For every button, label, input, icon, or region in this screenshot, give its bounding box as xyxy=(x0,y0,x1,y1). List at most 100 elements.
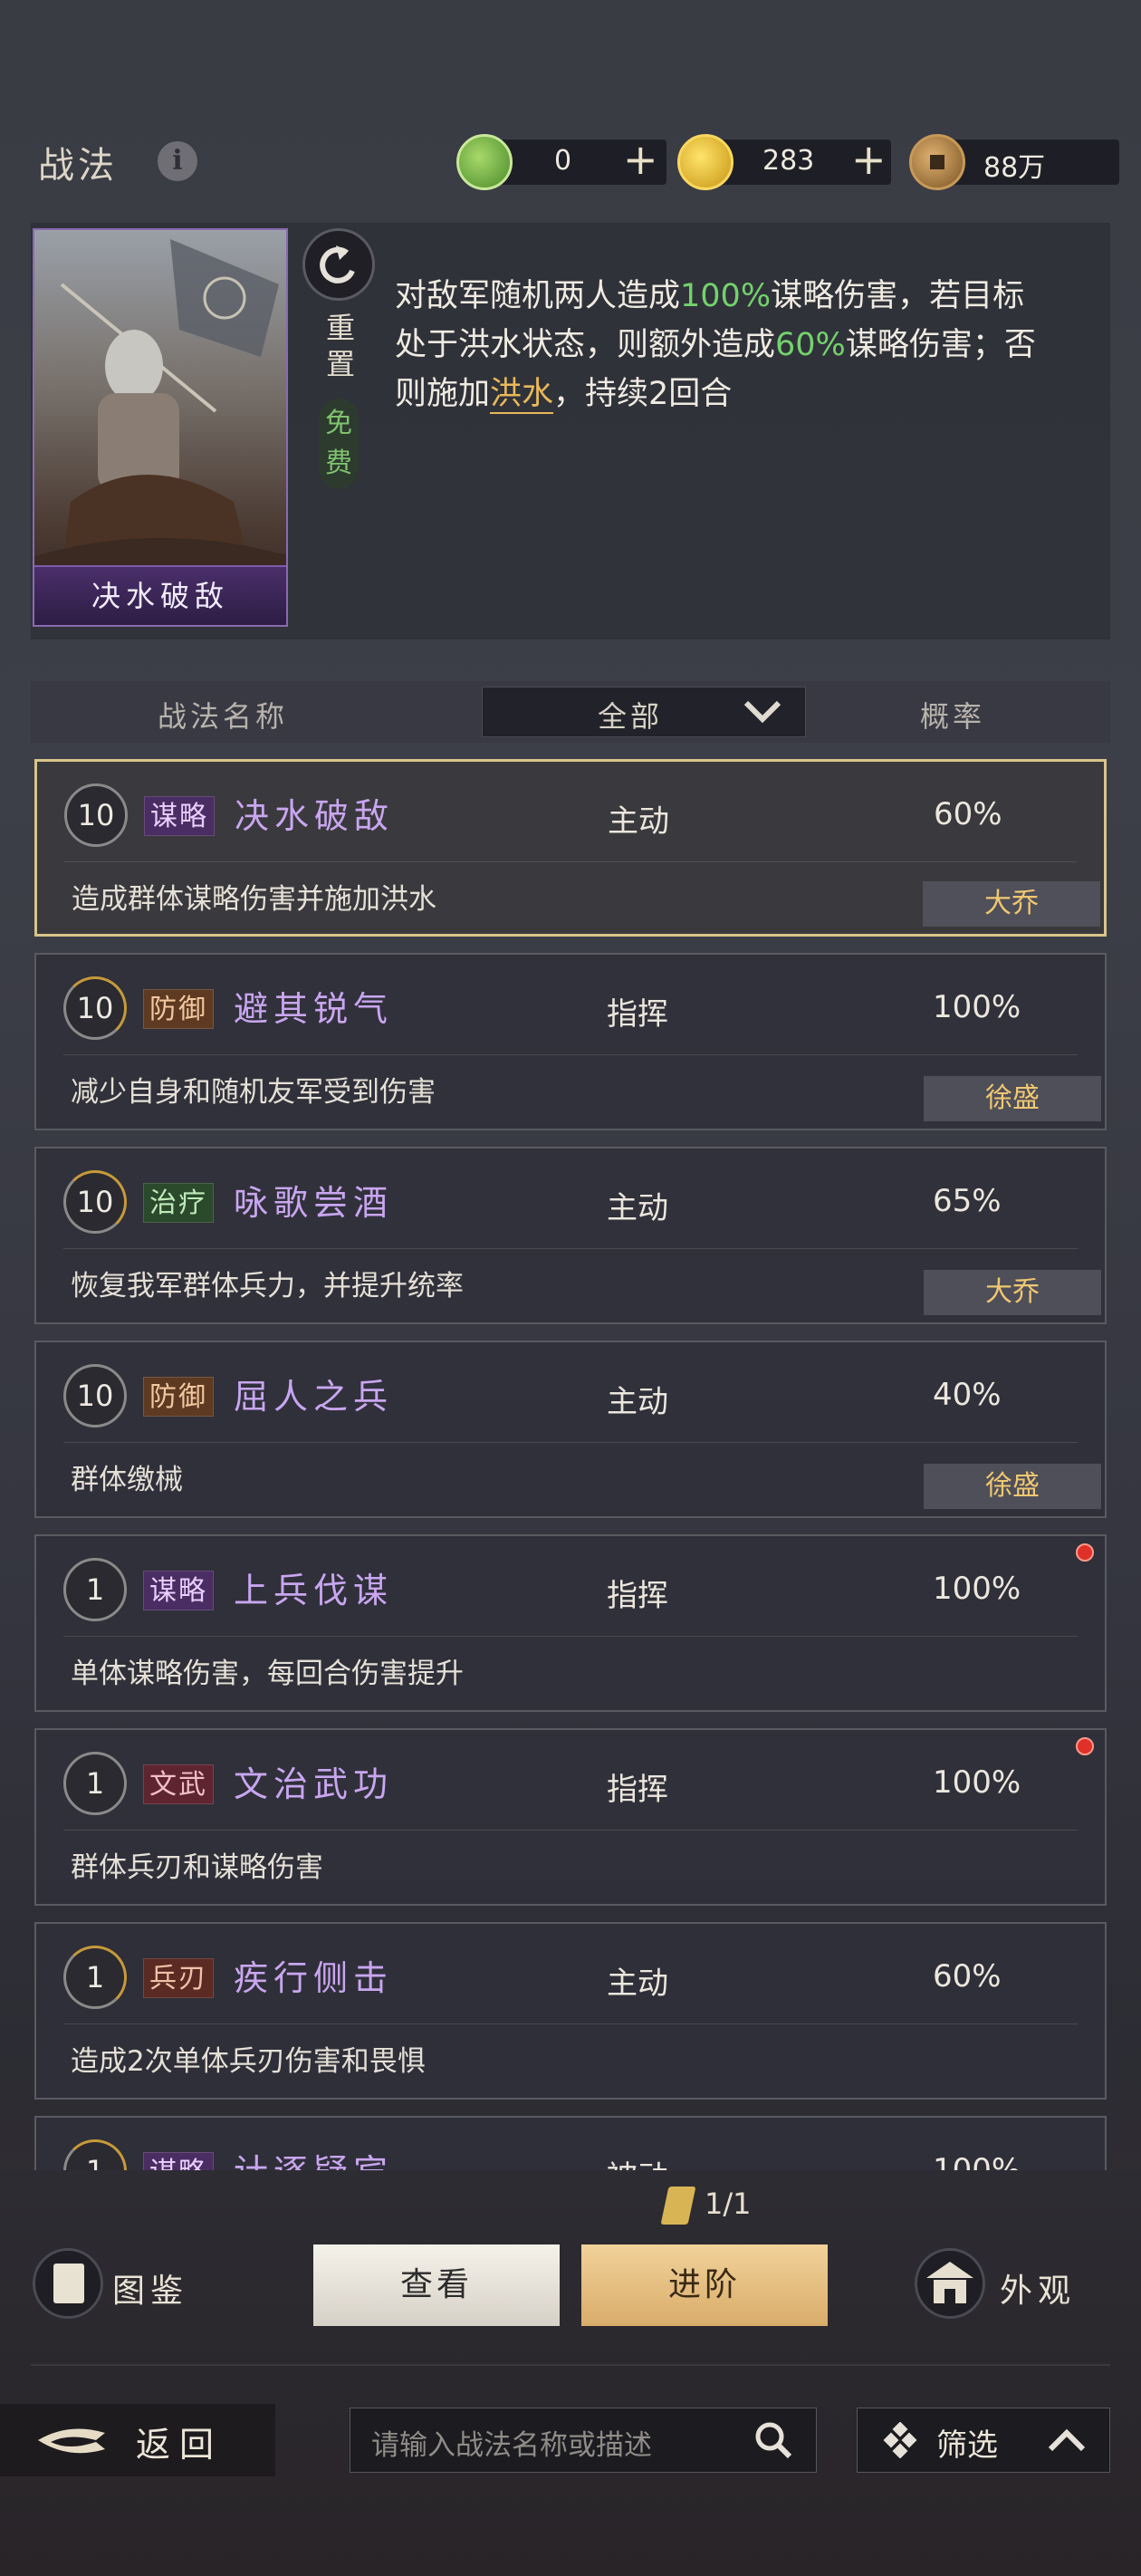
tactic-row[interactable]: 10 防御 避其锐气 指挥 100% 减少自身和随机友军受到伤害 徐盛 xyxy=(34,953,1107,1130)
tactic-row[interactable]: 1 谋略 计逐疑宾 被动 100% xyxy=(34,2116,1107,2170)
desc-part-highlight: 100% xyxy=(680,278,772,314)
category-tag: 谋略 xyxy=(144,796,215,836)
tactic-rate: 60% xyxy=(933,1958,1002,1994)
atlas-button-icon[interactable] xyxy=(33,2248,103,2319)
category-tag: 文武 xyxy=(143,1764,214,1804)
tactic-card-name: 决水破敌 xyxy=(34,565,286,625)
back-arrow-icon[interactable] xyxy=(33,2420,110,2460)
tactic-type: 指挥 xyxy=(607,1772,668,1808)
tactic-type: 被动 xyxy=(607,2152,668,2170)
tactic-summary: 恢复我军群体兵力，并提升统率 xyxy=(71,1270,464,1302)
chevron-up-icon[interactable] xyxy=(1047,2427,1087,2453)
level-badge: 10 xyxy=(63,1364,127,1427)
divider xyxy=(63,1830,1078,1831)
category-tag: 兵刃 xyxy=(143,1958,214,1998)
owner-badge: 徐盛 xyxy=(924,1464,1101,1509)
tactic-type: 指挥 xyxy=(607,1578,668,1614)
tactic-list[interactable]: 10 谋略 决水破敌 主动 60% 造成群体谋略伤害并施加洪水 大乔 10 防御… xyxy=(31,757,1110,2170)
owner-badge: 大乔 xyxy=(924,1270,1101,1315)
add-gold-button[interactable]: + xyxy=(851,136,887,183)
tactic-name: 咏歌尝酒 xyxy=(234,1183,394,1223)
desc-part: 对敌军随机两人造成 xyxy=(395,278,681,314)
tactic-name: 文治武功 xyxy=(234,1764,394,1804)
column-name-header: 战法名称 xyxy=(158,699,289,734)
level-badge: 10 xyxy=(64,783,128,847)
appearance-button[interactable]: 外观 xyxy=(1000,2264,1076,2312)
reset-button[interactable] xyxy=(302,228,375,301)
tactic-rate: 60% xyxy=(934,796,1002,832)
page-count: 1/1 xyxy=(705,2187,752,2221)
divider xyxy=(63,1442,1078,1443)
tactic-row[interactable]: 1 文武 文治武功 指挥 100% 群体兵刃和谋略伤害 xyxy=(34,1728,1107,1906)
add-jade-button[interactable]: + xyxy=(623,136,658,183)
tactic-summary: 群体缴械 xyxy=(71,1464,183,1496)
tactic-row[interactable]: 1 兵刃 疾行侧击 主动 60% 造成2次单体兵刃伤害和畏惧 xyxy=(34,1922,1107,2100)
card-icon xyxy=(53,2264,84,2303)
level-badge: 1 xyxy=(63,2139,127,2170)
category-tag: 谋略 xyxy=(143,1571,214,1610)
level-badge: 1 xyxy=(63,1946,127,2009)
owner-badge: 大乔 xyxy=(923,881,1100,927)
tactic-rate: 65% xyxy=(933,1183,1002,1219)
level-badge: 1 xyxy=(63,1558,127,1621)
tactic-type: 指挥 xyxy=(607,996,668,1033)
jade-coin-icon xyxy=(456,134,513,190)
refresh-icon xyxy=(320,245,355,284)
category-tag: 防御 xyxy=(143,1377,214,1417)
divider xyxy=(63,2023,1078,2024)
tactic-name: 避其锐气 xyxy=(234,989,394,1029)
pavilion-icon xyxy=(926,2262,973,2303)
resource-copper-value: 88万 xyxy=(983,152,1046,184)
copper-coin-icon xyxy=(909,134,965,190)
reset-label[interactable]: 重置 xyxy=(322,310,359,382)
desc-part-highlight: 60% xyxy=(775,327,846,363)
appearance-button-icon[interactable] xyxy=(915,2248,985,2319)
tactic-row[interactable]: 10 防御 屈人之兵 主动 40% 群体缴械 徐盛 xyxy=(34,1341,1107,1518)
tactic-name: 决水破敌 xyxy=(235,796,395,836)
desc-part: ，持续2回合 xyxy=(553,376,733,412)
filter-icon xyxy=(883,2422,917,2458)
free-badge: 免费 xyxy=(319,399,359,489)
search-icon[interactable] xyxy=(752,2418,795,2462)
tactic-name: 屈人之兵 xyxy=(234,1377,394,1417)
tactic-summary: 造成2次单体兵刃伤害和畏惧 xyxy=(71,2045,426,2078)
category-tag: 防御 xyxy=(143,989,214,1029)
category-tag: 谋略 xyxy=(143,2152,214,2170)
search-placeholder[interactable]: 请输入战法名称或描述 xyxy=(371,2422,652,2463)
tactic-name: 上兵伐谋 xyxy=(234,1571,394,1610)
tactic-type: 主动 xyxy=(607,1190,668,1226)
type-filter-value[interactable]: 全部 xyxy=(598,694,663,735)
tactic-summary: 造成群体谋略伤害并施加洪水 xyxy=(72,883,436,916)
tactic-row[interactable]: 10 治疗 咏歌尝酒 主动 65% 恢复我军群体兵力，并提升统率 大乔 xyxy=(34,1147,1107,1324)
flood-status-link[interactable]: 洪水 xyxy=(490,376,554,414)
divider xyxy=(63,1248,1078,1249)
filter-label[interactable]: 筛选 xyxy=(936,2420,998,2465)
bottom-panel xyxy=(0,2170,1141,2576)
level-badge: 10 xyxy=(63,1170,127,1234)
tactic-rate: 100% xyxy=(933,989,1021,1025)
back-label[interactable]: 返回 xyxy=(136,2417,223,2466)
divider xyxy=(31,2364,1110,2366)
divider xyxy=(64,861,1077,862)
tactic-rate: 100% xyxy=(933,1571,1021,1607)
gold-coin-icon xyxy=(677,134,734,190)
tactic-rate: 100% xyxy=(933,1764,1021,1801)
info-icon[interactable]: i xyxy=(158,141,197,181)
tactic-summary: 减少自身和随机友军受到伤害 xyxy=(71,1076,436,1109)
resource-jade-value: 0 xyxy=(554,145,572,177)
tactic-summary: 群体兵刃和谋略伤害 xyxy=(71,1851,323,1884)
tactic-row[interactable]: 10 谋略 决水破敌 主动 60% 造成群体谋略伤害并施加洪水 大乔 xyxy=(34,759,1107,937)
tactic-type: 主动 xyxy=(607,1966,668,2002)
view-button[interactable]: 查看 xyxy=(313,2244,560,2326)
page-title: 战法 xyxy=(38,145,118,187)
advance-button[interactable]: 进阶 xyxy=(581,2244,828,2326)
atlas-button[interactable]: 图鉴 xyxy=(112,2264,188,2312)
new-indicator-dot xyxy=(1076,1543,1094,1562)
divider xyxy=(63,1636,1078,1637)
category-tag: 治疗 xyxy=(143,1183,214,1223)
chevron-down-icon[interactable] xyxy=(743,699,782,725)
level-badge: 10 xyxy=(63,976,127,1040)
tactic-rate: 40% xyxy=(933,1377,1002,1413)
tactic-row[interactable]: 1 谋略 上兵伐谋 指挥 100% 单体谋略伤害，每回合伤害提升 xyxy=(34,1534,1107,1712)
tactic-summary: 单体谋略伤害，每回合伤害提升 xyxy=(71,1658,464,1690)
